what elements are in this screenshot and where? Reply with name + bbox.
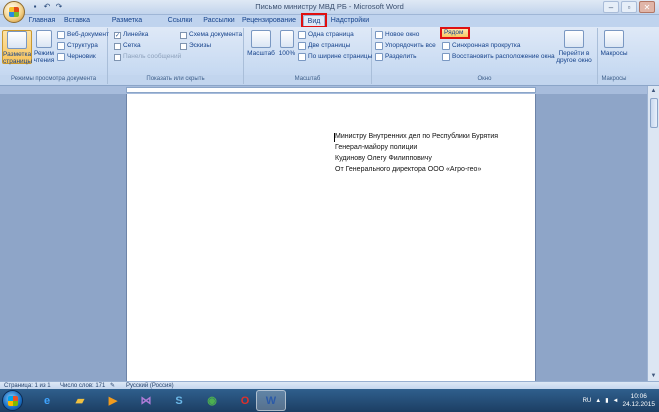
group-label: Макросы bbox=[598, 75, 630, 84]
close-button[interactable]: ✕ bbox=[639, 1, 655, 13]
grid-checkbox[interactable]: Сетка bbox=[114, 41, 141, 51]
page-layout-view-button[interactable]: Разметка страницы bbox=[2, 30, 32, 65]
side-by-side-button[interactable]: Рядом bbox=[440, 27, 470, 39]
clock[interactable]: 10:06 24.12.2015 bbox=[622, 393, 655, 409]
web-icon bbox=[57, 31, 65, 39]
scroll-thumb[interactable] bbox=[650, 98, 658, 128]
zoom-100-button[interactable]: 100% bbox=[277, 30, 297, 64]
ribbon-tabs: Главная Вставка Разметка страницы Ссылки… bbox=[0, 15, 659, 36]
switch-windows-button[interactable]: Перейти в другое окно bbox=[552, 30, 596, 64]
chrome-icon[interactable]: ◉ bbox=[197, 390, 227, 411]
tab-review[interactable]: Рецензирование bbox=[241, 15, 297, 27]
tray-arrow-icon[interactable]: ▲ bbox=[595, 398, 601, 404]
group-label: Масштаб bbox=[244, 75, 371, 84]
skype-icon[interactable]: S bbox=[164, 390, 194, 411]
macros-button[interactable]: Макросы bbox=[599, 30, 629, 64]
ruler-area bbox=[0, 86, 659, 94]
new-window-icon bbox=[375, 31, 383, 39]
taskbar: e ▰ ▶ ⋈ S ◉ O W RU ▲ ▮ ◄ 10:06 24.12.201… bbox=[0, 389, 659, 412]
tab-page-layout[interactable]: Разметка страницы bbox=[96, 15, 158, 36]
word-taskbar-icon[interactable]: W bbox=[256, 390, 286, 411]
web-layout-button[interactable]: Веб-документ bbox=[57, 30, 109, 40]
tab-insert[interactable]: Вставка bbox=[62, 15, 92, 27]
new-window-button[interactable]: Новое окно bbox=[375, 30, 419, 40]
two-pages-button[interactable]: Две страницы bbox=[298, 41, 350, 51]
scroll-down-icon[interactable]: ▼ bbox=[648, 371, 659, 381]
volume-icon[interactable]: ◄ bbox=[613, 398, 619, 404]
scroll-up-icon[interactable]: ▲ bbox=[648, 86, 659, 96]
tab-addins[interactable]: Надстройки bbox=[330, 15, 370, 27]
reset-position-button[interactable]: Восстановить расположение окна bbox=[442, 52, 555, 62]
group-show-hide: ✓ Линейка Сетка Панель сообщений Схема до… bbox=[108, 28, 244, 84]
tab-references[interactable]: Ссылки bbox=[166, 15, 194, 27]
document-area: Министру Внутренних дел по Республики Бу… bbox=[0, 94, 647, 381]
horizontal-ruler[interactable] bbox=[126, 87, 536, 93]
document-line: Генерал-майору полиции bbox=[335, 144, 418, 151]
ruler-checkbox[interactable]: ✓ Линейка bbox=[114, 30, 148, 40]
zoom-100-icon bbox=[280, 30, 294, 48]
page-width-icon bbox=[298, 53, 306, 61]
media-player-icon[interactable]: ▶ bbox=[98, 390, 128, 411]
network-icon[interactable]: ▮ bbox=[605, 397, 608, 404]
view-tab-highlight bbox=[301, 13, 327, 28]
reading-view-icon bbox=[36, 30, 52, 48]
office-button[interactable] bbox=[3, 1, 25, 23]
zoom-button[interactable]: Масштаб bbox=[246, 30, 276, 64]
document-line: От Генерального директора ООО «Агро-гео» bbox=[335, 166, 482, 173]
title-bar: ▪ ↶ ↷ Письмо министру МВД РБ - Microsoft… bbox=[0, 0, 659, 15]
group-zoom: Масштаб 100% Одна страница Две страницы … bbox=[244, 28, 372, 84]
document-line: Министру Внутренних дел по Республики Бу… bbox=[335, 133, 499, 140]
draft-button[interactable]: Черновик bbox=[57, 52, 96, 62]
windows-logo-icon bbox=[8, 396, 18, 406]
macros-icon bbox=[604, 30, 624, 48]
group-macros: Макросы Макросы bbox=[598, 28, 630, 84]
status-bar: Страница: 1 из 1 Число слов: 171 ✎ Русск… bbox=[0, 381, 659, 389]
magnifier-icon bbox=[251, 30, 271, 48]
arrange-all-button[interactable]: Упорядочить все bbox=[375, 41, 436, 51]
group-label: Окно bbox=[372, 75, 597, 84]
tab-mailings[interactable]: Рассылки bbox=[202, 15, 236, 27]
document-page[interactable]: Министру Внутренних дел по Республики Бу… bbox=[126, 94, 536, 381]
file-explorer-icon[interactable]: ▰ bbox=[65, 390, 95, 411]
language-indicator[interactable]: RU bbox=[583, 398, 592, 404]
switch-windows-icon bbox=[564, 30, 584, 48]
vertical-scrollbar[interactable]: ▲ ▼ bbox=[647, 86, 659, 381]
one-page-button[interactable]: Одна страница bbox=[298, 30, 354, 40]
system-tray: RU ▲ ▮ ◄ 10:06 24.12.2015 bbox=[583, 389, 655, 412]
group-label: Показать или скрыть bbox=[108, 75, 243, 84]
minimize-button[interactable]: – bbox=[603, 1, 619, 13]
message-bar-checkbox[interactable]: Панель сообщений bbox=[114, 52, 181, 62]
office-logo-icon bbox=[9, 7, 19, 17]
reading-view-button[interactable]: Режим чтения bbox=[33, 30, 55, 64]
draft-icon bbox=[57, 53, 65, 61]
document-line: Кудинову Олегу Филипповичу bbox=[335, 155, 432, 162]
ribbon: Разметка страницы Режим чтения Веб-докум… bbox=[0, 27, 659, 86]
split-button[interactable]: Разделить bbox=[375, 52, 416, 62]
arrange-icon bbox=[375, 42, 383, 50]
outline-icon bbox=[57, 42, 65, 50]
window-title: Письмо министру МВД РБ - Microsoft Word bbox=[255, 2, 404, 11]
doc-map-checkbox[interactable]: Схема документа bbox=[180, 30, 242, 40]
window-controls: – ▫ ✕ bbox=[603, 1, 655, 13]
tab-home[interactable]: Главная bbox=[27, 15, 57, 27]
page-width-button[interactable]: По ширине страницы bbox=[298, 52, 372, 62]
maximize-button[interactable]: ▫ bbox=[621, 1, 637, 13]
start-button[interactable] bbox=[2, 390, 23, 411]
sync-scroll-icon bbox=[442, 42, 450, 50]
visual-studio-icon[interactable]: ⋈ bbox=[131, 390, 161, 411]
one-page-icon bbox=[298, 31, 306, 39]
group-document-views: Разметка страницы Режим чтения Веб-докум… bbox=[0, 28, 109, 84]
reset-position-icon bbox=[442, 53, 450, 61]
internet-explorer-icon[interactable]: e bbox=[32, 390, 62, 411]
sync-scroll-button[interactable]: Синхронная прокрутка bbox=[442, 41, 520, 51]
two-pages-icon bbox=[298, 42, 306, 50]
group-label: Режимы просмотра документа bbox=[0, 75, 107, 84]
thumbnails-checkbox[interactable]: Эскизы bbox=[180, 41, 211, 51]
page-layout-icon bbox=[7, 31, 27, 49]
group-window: Новое окно Упорядочить все Разделить Син… bbox=[372, 28, 598, 84]
outline-button[interactable]: Структура bbox=[57, 41, 98, 51]
check-icon: ✓ bbox=[114, 31, 121, 39]
split-icon bbox=[375, 53, 383, 61]
